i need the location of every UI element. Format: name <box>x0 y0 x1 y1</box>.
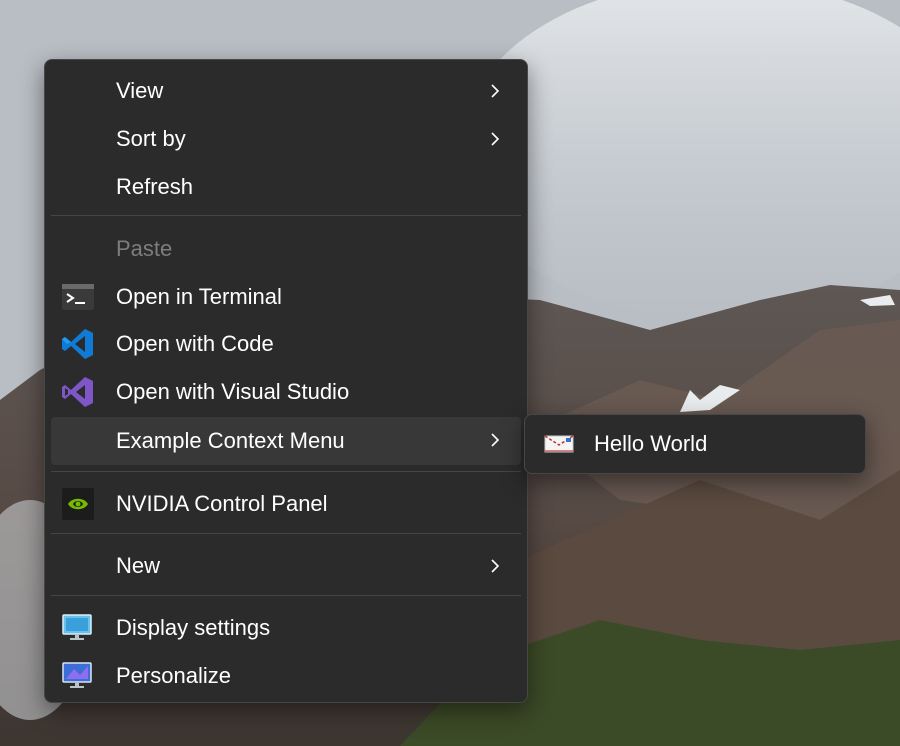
menu-item-label: Open in Terminal <box>116 284 282 309</box>
menu-separator <box>51 215 521 216</box>
menu-item-display-settings[interactable]: Display settings <box>51 605 521 651</box>
visual-studio-icon <box>62 376 94 408</box>
menu-item-view[interactable]: View <box>51 68 521 114</box>
menu-item-label: Open with Code <box>116 331 274 356</box>
chevron-right-icon <box>491 84 500 98</box>
display-icon <box>62 612 94 644</box>
chevron-right-icon <box>491 559 500 573</box>
menu-item-new[interactable]: New <box>51 543 521 589</box>
menu-item-label: Display settings <box>116 615 271 640</box>
chevron-right-icon <box>491 433 500 447</box>
vscode-icon <box>62 328 94 360</box>
menu-item-label: Sort by <box>116 126 186 151</box>
submenu-item-label: Hello World <box>594 431 708 456</box>
desktop-context-menu: View Sort by Refresh Paste Open in Termi… <box>44 59 528 703</box>
example-context-submenu: Hello World <box>524 414 866 474</box>
menu-item-open-with-code[interactable]: Open with Code <box>51 321 521 367</box>
menu-separator <box>51 471 521 472</box>
menu-item-label: Open with Visual Studio <box>116 379 350 404</box>
menu-item-label: New <box>116 553 161 578</box>
submenu-item-hello-world[interactable]: Hello World <box>531 421 859 467</box>
terminal-icon <box>62 281 94 313</box>
menu-item-nvidia-control-panel[interactable]: NVIDIA Control Panel <box>51 481 521 527</box>
menu-separator <box>51 533 521 534</box>
menu-item-paste: Paste <box>51 226 521 272</box>
nvidia-icon <box>62 488 94 520</box>
menu-item-label: Personalize <box>116 663 231 688</box>
menu-item-label: Example Context Menu <box>116 428 345 453</box>
personalize-icon <box>62 660 94 692</box>
menu-item-example-context-menu[interactable]: Example Context Menu <box>51 417 521 465</box>
menu-item-label: Refresh <box>116 174 194 199</box>
menu-item-label: NVIDIA Control Panel <box>116 491 328 516</box>
menu-item-sort-by[interactable]: Sort by <box>51 116 521 162</box>
menu-item-refresh[interactable]: Refresh <box>51 164 521 210</box>
envelope-icon <box>543 428 575 460</box>
menu-item-label: View <box>116 78 164 103</box>
menu-item-open-in-terminal[interactable]: Open in Terminal <box>51 274 521 320</box>
menu-separator <box>51 595 521 596</box>
menu-item-label: Paste <box>116 236 173 261</box>
chevron-right-icon <box>491 132 500 146</box>
menu-item-open-with-visual-studio[interactable]: Open with Visual Studio <box>51 369 521 415</box>
menu-item-personalize[interactable]: Personalize <box>51 653 521 699</box>
